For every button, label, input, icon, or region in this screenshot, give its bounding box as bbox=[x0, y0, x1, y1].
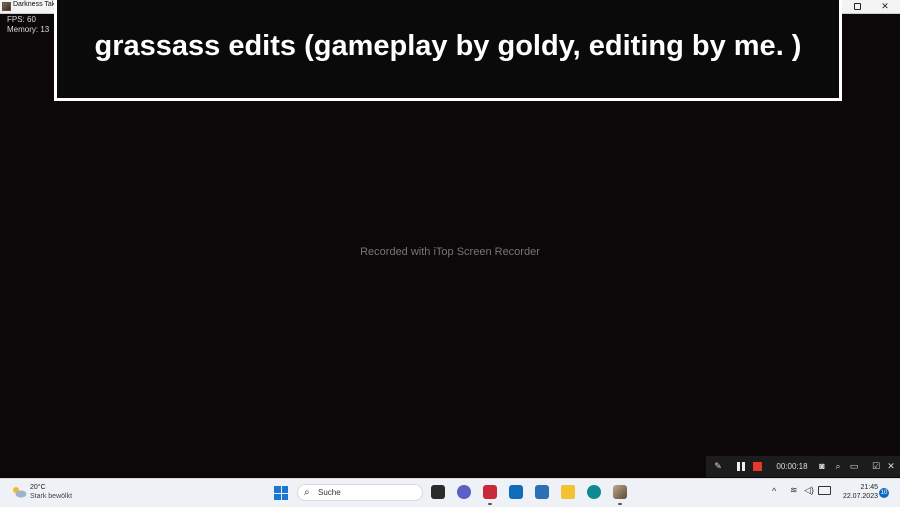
weather-description[interactable]: Stark bewölkt bbox=[30, 493, 72, 500]
recorder-app-icon[interactable] bbox=[483, 485, 497, 499]
window-title: Darkness Tak bbox=[13, 1, 56, 8]
recorder-watermark: Recorded with iTop Screen Recorder bbox=[360, 246, 540, 258]
edge-icon[interactable] bbox=[587, 485, 601, 499]
wifi-icon[interactable]: ≋ bbox=[790, 485, 798, 496]
caption-text: grassass edits (gameplay by goldy, editi… bbox=[94, 30, 802, 62]
stop-button[interactable] bbox=[753, 462, 762, 471]
volume-icon[interactable]: ◁) bbox=[804, 485, 814, 496]
caption-banner: grassass edits (gameplay by goldy, editi… bbox=[54, 0, 842, 101]
weather-temp[interactable]: 20°C bbox=[30, 484, 46, 491]
app-icon bbox=[2, 2, 11, 11]
file-explorer-icon[interactable] bbox=[561, 485, 575, 499]
store-icon[interactable] bbox=[535, 485, 549, 499]
active-indicator bbox=[618, 503, 622, 505]
recorder-toolbar: ✎ 00:00:18 ◙ ⌕ ▭ ☑ ✕ bbox=[706, 456, 900, 477]
clock-date[interactable]: 22.07.2023 bbox=[838, 493, 878, 500]
fps-readout: FPS: 60 bbox=[7, 15, 36, 24]
mail-icon[interactable] bbox=[509, 485, 523, 499]
edit-icon[interactable]: ☑ bbox=[870, 460, 882, 473]
teams-icon[interactable] bbox=[457, 485, 471, 499]
search-placeholder: Suche bbox=[318, 488, 341, 497]
taskbar: 20°C Stark bewölkt ⌕ Suche ^ ≋ ◁) 21:45 … bbox=[0, 478, 900, 507]
task-view-icon[interactable] bbox=[431, 485, 445, 499]
zoom-icon[interactable]: ⌕ bbox=[832, 460, 844, 473]
close-recorder-icon[interactable]: ✕ bbox=[885, 460, 897, 473]
maximize-button[interactable] bbox=[845, 0, 871, 13]
performance-overlay: FPS: 60 Memory: 13 bbox=[7, 15, 49, 35]
active-indicator bbox=[488, 503, 492, 505]
battery-icon[interactable] bbox=[818, 486, 831, 495]
notification-badge[interactable]: 10 bbox=[879, 488, 889, 498]
cloud-sun-icon[interactable] bbox=[11, 486, 27, 498]
search-box[interactable]: ⌕ Suche bbox=[297, 484, 423, 501]
game-app-icon[interactable] bbox=[613, 485, 627, 499]
start-icon[interactable] bbox=[274, 486, 288, 500]
recording-timer: 00:00:18 bbox=[776, 462, 808, 471]
close-button[interactable]: ✕ bbox=[872, 0, 898, 13]
chevron-up-icon[interactable]: ^ bbox=[772, 486, 776, 496]
pen-icon[interactable]: ✎ bbox=[712, 460, 724, 473]
search-icon: ⌕ bbox=[304, 487, 310, 498]
screenshot-icon[interactable]: ◙ bbox=[816, 460, 828, 473]
memory-readout: Memory: 13 bbox=[7, 25, 50, 34]
pause-button[interactable] bbox=[736, 460, 746, 473]
clock-time[interactable]: 21:45 bbox=[838, 484, 878, 491]
webcam-icon[interactable]: ▭ bbox=[848, 460, 860, 473]
